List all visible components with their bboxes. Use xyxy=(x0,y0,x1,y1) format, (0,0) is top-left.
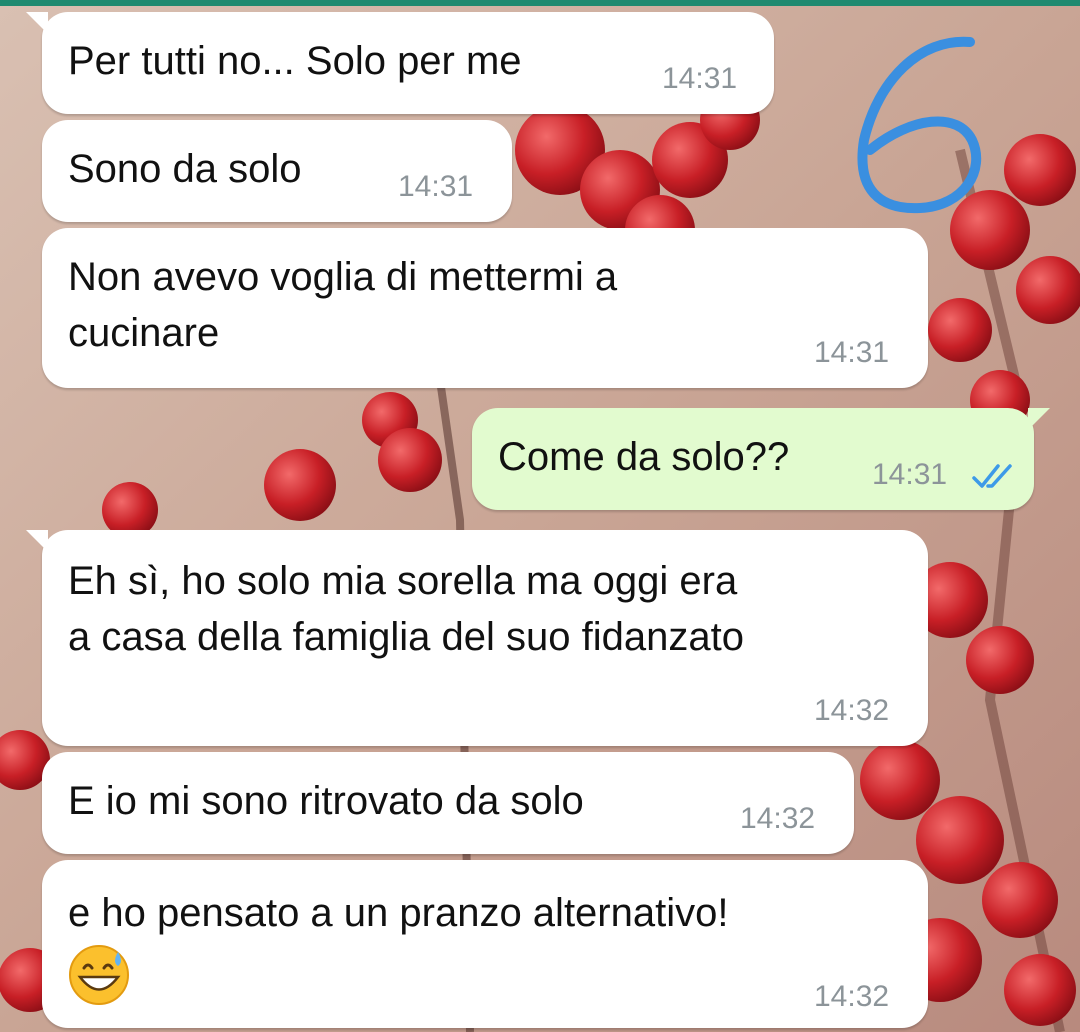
message-text-line: Eh sì, ho solo mia sorella ma oggi era xyxy=(68,559,738,603)
message-text-line: cucinare xyxy=(68,311,220,355)
message-bubble-incoming[interactable]: E io mi sono ritrovato da solo 14:32 xyxy=(42,752,854,854)
message-timestamp: 14:32 xyxy=(814,980,890,1013)
message-bubble-incoming[interactable]: e ho pensato a un pranzo alternativo! 14… xyxy=(42,860,928,1028)
annotation-six-drawing xyxy=(857,36,982,214)
annotation-number xyxy=(840,30,1000,225)
message-text: Sono da solo xyxy=(68,147,302,191)
grinning-face-with-sweat-emoji xyxy=(69,945,129,1005)
message-text-line: a casa della famiglia del suo fidanzato xyxy=(68,615,744,659)
message-text: Per tutti no... Solo per me xyxy=(68,39,522,83)
message-timestamp: 14:31 xyxy=(398,170,474,203)
message-timestamp: 14:32 xyxy=(814,694,890,727)
message-timestamp: 14:31 xyxy=(872,458,948,491)
message-text-line: Non avevo voglia di mettermi a xyxy=(68,255,618,299)
message-bubble-incoming[interactable]: Per tutti no... Solo per me 14:31 xyxy=(26,12,774,114)
message-bubble-incoming[interactable]: Sono da solo 14:31 xyxy=(42,120,512,222)
message-bubble-incoming[interactable]: Non avevo voglia di mettermi a cucinare … xyxy=(42,228,928,388)
message-text: E io mi sono ritrovato da solo xyxy=(68,779,584,823)
message-bubble-incoming[interactable]: Eh sì, ho solo mia sorella ma oggi era a… xyxy=(26,530,928,746)
double-check-read-icon xyxy=(972,464,1012,488)
message-timestamp: 14:31 xyxy=(814,336,890,369)
message-timestamp: 14:31 xyxy=(662,62,738,95)
top-status-strip xyxy=(0,0,1080,6)
message-timestamp: 14:32 xyxy=(740,802,816,835)
message-text: Come da solo?? xyxy=(498,435,790,479)
message-text: e ho pensato a un pranzo alternativo! xyxy=(68,891,729,935)
message-bubble-outgoing[interactable]: Come da solo?? 14:31 xyxy=(472,408,1050,510)
